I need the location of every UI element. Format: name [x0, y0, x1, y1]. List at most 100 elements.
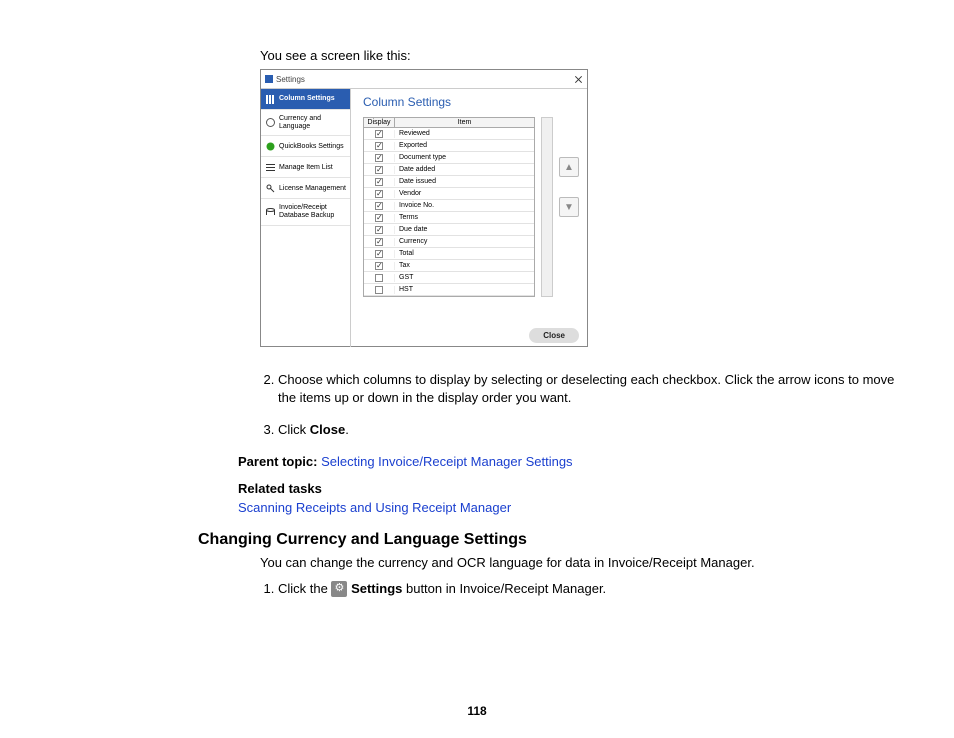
step-text: Click the: [278, 581, 331, 596]
intro-text: You see a screen like this:: [260, 48, 914, 63]
row-label: GST: [395, 274, 534, 281]
table-row[interactable]: Currency: [364, 236, 534, 248]
sidebar-item-label: Column Settings: [279, 95, 335, 103]
table-row[interactable]: Vendor: [364, 188, 534, 200]
quickbooks-icon: [265, 141, 275, 151]
checkbox[interactable]: [375, 190, 383, 198]
checkbox[interactable]: [375, 238, 383, 246]
row-label: Vendor: [395, 190, 534, 197]
table-row[interactable]: Terms: [364, 212, 534, 224]
step-text: .: [345, 422, 349, 437]
step-1: Click the ⚙ Settings button in Invoice/R…: [278, 580, 914, 598]
sidebar-item-label: QuickBooks Settings: [279, 143, 344, 151]
table-row[interactable]: Total: [364, 248, 534, 260]
list-icon: [265, 162, 275, 172]
columns-icon: [265, 94, 275, 104]
table-row[interactable]: HST: [364, 284, 534, 296]
gear-icon: ⚙: [331, 581, 347, 597]
steps-list: Choose which columns to display by selec…: [240, 371, 914, 440]
checkbox[interactable]: [375, 214, 383, 222]
checkbox[interactable]: [375, 262, 383, 270]
checkbox[interactable]: [375, 286, 383, 294]
table-row[interactable]: Reviewed: [364, 128, 534, 140]
key-icon: [265, 183, 275, 193]
sidebar-item-license[interactable]: License Management: [261, 178, 350, 199]
row-label: Reviewed: [395, 130, 534, 137]
col-item: Item: [395, 118, 534, 127]
checkbox[interactable]: [375, 130, 383, 138]
move-up-button[interactable]: ▲: [559, 157, 579, 177]
steps-list-2: Click the ⚙ Settings button in Invoice/R…: [240, 580, 914, 598]
table-row[interactable]: Tax: [364, 260, 534, 272]
sidebar-item-column-settings[interactable]: Column Settings: [261, 89, 350, 110]
dialog-title: Settings: [276, 75, 305, 84]
step-bold: Close: [310, 422, 345, 437]
document-page: You see a screen like this: Settings Col…: [0, 0, 954, 738]
page-number: 118: [0, 704, 954, 718]
table-row[interactable]: Invoice No.: [364, 200, 534, 212]
parent-link[interactable]: Selecting Invoice/Receipt Manager Settin…: [321, 454, 572, 469]
checkbox[interactable]: [375, 142, 383, 150]
section-paragraph: You can change the currency and OCR lang…: [260, 555, 914, 570]
section-heading: Changing Currency and Language Settings: [198, 531, 914, 549]
col-display: Display: [364, 118, 395, 127]
checkbox[interactable]: [375, 250, 383, 258]
step-text: button in Invoice/Receipt Manager.: [402, 581, 606, 596]
checkbox[interactable]: [375, 226, 383, 234]
row-label: Due date: [395, 226, 534, 233]
globe-icon: [265, 118, 275, 128]
row-label: HST: [395, 286, 534, 293]
table-row[interactable]: Date issued: [364, 176, 534, 188]
dialog-titlebar: Settings: [261, 70, 587, 89]
table-header: Display Item: [364, 118, 534, 128]
step-text: Click: [278, 422, 310, 437]
step-bold: Settings: [347, 581, 402, 596]
close-icon[interactable]: [574, 75, 583, 84]
checkbox[interactable]: [375, 166, 383, 174]
arrow-down-icon: ▼: [564, 202, 574, 213]
table-row[interactable]: Date added: [364, 164, 534, 176]
checkbox[interactable]: [375, 274, 383, 282]
row-label: Invoice No.: [395, 202, 534, 209]
row-label: Date added: [395, 166, 534, 173]
step-2: Choose which columns to display by selec…: [278, 371, 914, 407]
sidebar-item-quickbooks[interactable]: QuickBooks Settings: [261, 136, 350, 157]
scrollbar[interactable]: [541, 117, 553, 297]
sidebar: Column Settings Currency and Language Qu…: [261, 89, 351, 347]
row-label: Currency: [395, 238, 534, 245]
columns-table: Display Item Reviewed Exported Document ty…: [363, 117, 535, 297]
move-down-button[interactable]: ▼: [559, 197, 579, 217]
parent-topic: Parent topic: Selecting Invoice/Receipt …: [238, 454, 914, 469]
sidebar-item-label: Currency and Language: [279, 115, 346, 130]
step-3: Click Close.: [278, 421, 914, 439]
row-label: Total: [395, 250, 534, 257]
panel: Column Settings Display Item Reviewed Exp…: [351, 89, 587, 347]
panel-title: Column Settings: [363, 95, 579, 109]
sidebar-item-currency-language[interactable]: Currency and Language: [261, 110, 350, 136]
row-label: Tax: [395, 262, 534, 269]
sidebar-item-manage-item-list[interactable]: Manage Item List: [261, 157, 350, 178]
table-row[interactable]: Exported: [364, 140, 534, 152]
table-row[interactable]: Due date: [364, 224, 534, 236]
arrow-up-icon: ▲: [564, 162, 574, 173]
dialog-body: Column Settings Currency and Language Qu…: [261, 89, 587, 347]
settings-dialog: Settings Column Settings Currency and La…: [260, 69, 588, 347]
row-label: Exported: [395, 142, 534, 149]
checkbox[interactable]: [375, 154, 383, 162]
row-label: Terms: [395, 214, 534, 221]
checkbox[interactable]: [375, 178, 383, 186]
related-link[interactable]: Scanning Receipts and Using Receipt Mana…: [238, 500, 511, 515]
sidebar-item-label: Manage Item List: [279, 164, 333, 172]
related-tasks-label: Related tasks: [238, 481, 914, 496]
checkbox[interactable]: [375, 202, 383, 210]
parent-label: Parent topic:: [238, 454, 321, 469]
close-button[interactable]: Close: [529, 328, 579, 343]
app-icon: [265, 75, 273, 83]
table-row[interactable]: GST: [364, 272, 534, 284]
database-icon: [265, 207, 275, 217]
table-row[interactable]: Document type: [364, 152, 534, 164]
row-label: Date issued: [395, 178, 534, 185]
sidebar-item-backup[interactable]: Invoice/Receipt Database Backup: [261, 199, 350, 225]
sidebar-item-label: License Management: [279, 185, 346, 193]
sidebar-item-label: Invoice/Receipt Database Backup: [279, 204, 346, 219]
